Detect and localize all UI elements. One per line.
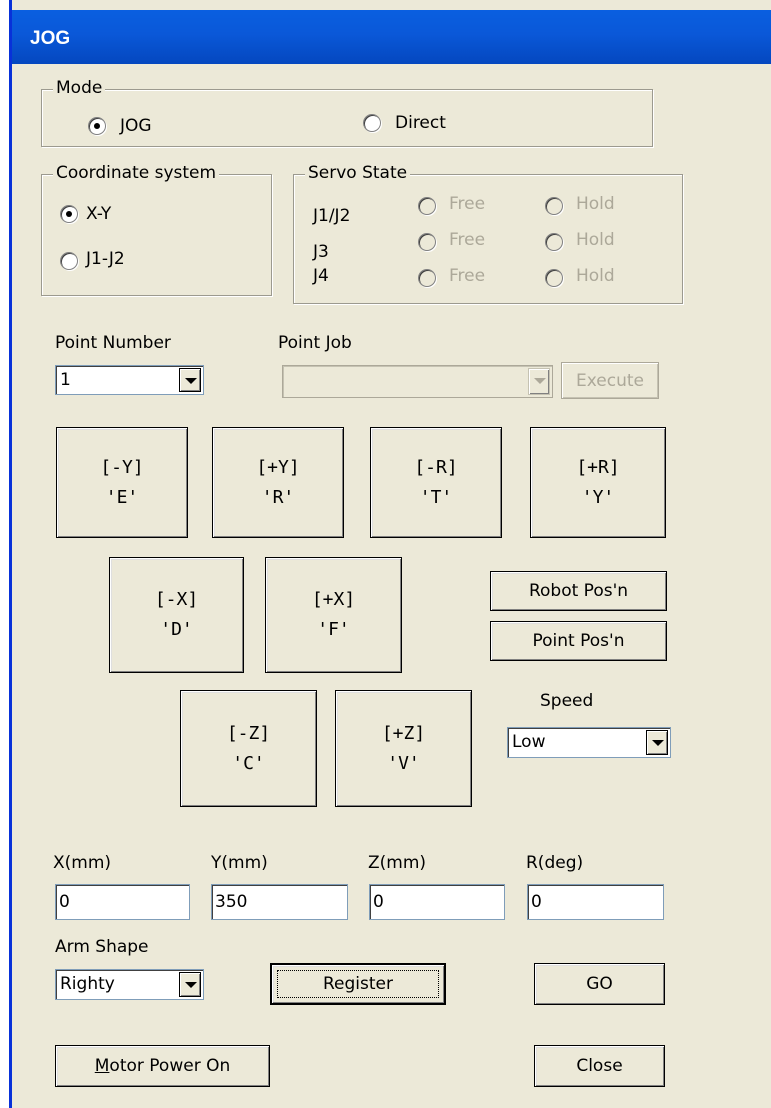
r-label: R(deg) — [526, 853, 584, 873]
mode-direct-radio[interactable] — [363, 114, 381, 132]
jog-minus-y-button[interactable]: [-Y] 'E' — [56, 427, 188, 538]
mode-direct-label[interactable]: Direct — [395, 112, 446, 134]
arm-shape-label: Arm Shape — [55, 937, 149, 957]
jog-key-label: 'R' — [261, 486, 295, 508]
speed-value: Low — [512, 732, 546, 752]
x-field[interactable]: 0 — [55, 884, 190, 920]
motor-power-on-button[interactable]: Motor Power On — [55, 1045, 270, 1087]
jog-axis-label: [+X] — [311, 589, 356, 610]
servo-joint-label: J4 — [313, 266, 329, 286]
speed-label: Speed — [540, 691, 594, 711]
point-number-label: Point Number — [55, 333, 171, 353]
mode-legend: Mode — [53, 78, 106, 98]
jog-minus-r-button[interactable]: [-R] 'T' — [370, 427, 502, 538]
jog-minus-x-button[interactable]: [-X] 'D' — [109, 557, 244, 673]
jog-axis-label: [-R] — [414, 456, 458, 478]
motor-power-rest: otor Power On — [109, 1056, 231, 1076]
jog-plus-x-button[interactable]: [+X] 'F' — [265, 557, 402, 673]
r-value: 0 — [531, 892, 542, 912]
servo-j1j2-free-radio[interactable] — [418, 197, 436, 215]
mode-jog-radio[interactable] — [88, 117, 106, 135]
jog-key-label: 'D' — [160, 619, 193, 640]
execute-button[interactable]: Execute — [561, 362, 659, 399]
jog-axis-label: [-Y] — [100, 456, 144, 478]
jog-axis-label: [-X] — [154, 589, 199, 610]
jog-axis-label: [-Z] — [226, 722, 271, 744]
x-value: 0 — [59, 892, 70, 912]
servo-free-label: Free — [449, 194, 486, 214]
coord-xy-radio[interactable] — [60, 205, 78, 223]
motor-power-label: Motor Power On — [95, 1056, 231, 1076]
coord-j1j2-radio[interactable] — [60, 252, 78, 270]
z-label: Z(mm) — [368, 853, 427, 873]
servo-j4-hold-radio[interactable] — [545, 269, 563, 287]
y-field[interactable]: 350 — [211, 884, 348, 920]
point-number-value: 1 — [60, 370, 71, 390]
jog-key-label: 'T' — [419, 486, 453, 508]
jog-plus-z-button[interactable]: [+Z] 'V' — [335, 690, 472, 807]
title-bar[interactable] — [12, 10, 771, 64]
r-field[interactable]: 0 — [527, 884, 664, 920]
arm-shape-select[interactable]: Righty — [55, 969, 204, 1000]
jog-key-label: 'E' — [105, 486, 139, 508]
mnemonic-letter: M — [94, 1056, 110, 1076]
y-value: 350 — [215, 892, 248, 912]
servo-hold-label: Hold — [576, 194, 615, 214]
servo-j3-hold-radio[interactable] — [545, 233, 563, 251]
arm-shape-value: Righty — [60, 974, 115, 994]
servo-free-label: Free — [449, 266, 486, 286]
point-job-label: Point Job — [278, 333, 352, 353]
coord-xy-label[interactable]: X-Y — [86, 203, 111, 225]
servo-j4-free-radio[interactable] — [418, 269, 436, 287]
jog-key-label: 'Y' — [581, 486, 615, 508]
servo-state-legend: Servo State — [305, 163, 411, 183]
jog-axis-label: [+Y] — [256, 456, 300, 478]
jog-plus-y-button[interactable]: [+Y] 'R' — [212, 427, 344, 538]
chevron-down-icon[interactable] — [528, 368, 550, 395]
jog-key-label: 'V' — [387, 752, 420, 774]
close-button[interactable]: Close — [534, 1045, 665, 1087]
jog-window: JOG Mode JOG Direct Coordinate system X-… — [9, 0, 771, 1108]
z-value: 0 — [373, 892, 384, 912]
register-button[interactable]: Register — [270, 963, 446, 1005]
servo-free-label: Free — [449, 230, 486, 250]
speed-select[interactable]: Low — [507, 727, 671, 758]
coordinate-system-legend: Coordinate system — [53, 163, 220, 183]
jog-minus-z-button[interactable]: [-Z] 'C' — [180, 690, 317, 807]
coord-j1j2-label[interactable]: J1-J2 — [86, 248, 125, 270]
servo-hold-label: Hold — [576, 230, 615, 250]
robot-posn-button[interactable]: Robot Pos'n — [490, 571, 667, 611]
point-number-select[interactable]: 1 — [55, 365, 204, 395]
register-label: Register — [323, 974, 393, 994]
jog-axis-label: [+Z] — [381, 722, 426, 744]
y-label: Y(mm) — [211, 853, 268, 873]
servo-j3-free-radio[interactable] — [418, 233, 436, 251]
x-label: X(mm) — [53, 853, 112, 873]
servo-joint-label: J3 — [313, 242, 329, 262]
servo-hold-label: Hold — [576, 266, 615, 286]
jog-key-label: 'C' — [232, 752, 265, 774]
window-title: JOG — [30, 28, 71, 49]
servo-joint-label: J1/J2 — [313, 206, 351, 226]
servo-state-group — [293, 174, 683, 304]
coordinate-system-group — [41, 174, 272, 296]
chevron-down-icon[interactable] — [179, 368, 201, 392]
point-posn-button[interactable]: Point Pos'n — [490, 621, 667, 661]
chevron-down-icon[interactable] — [179, 972, 201, 997]
jog-plus-r-button[interactable]: [+R] 'Y' — [530, 427, 666, 538]
servo-j1j2-hold-radio[interactable] — [545, 197, 563, 215]
mode-jog-label[interactable]: JOG — [120, 115, 152, 137]
point-job-select[interactable] — [282, 365, 553, 398]
jog-key-label: 'F' — [317, 619, 350, 640]
z-field[interactable]: 0 — [369, 884, 505, 920]
go-button[interactable]: GO — [534, 963, 665, 1005]
chevron-down-icon[interactable] — [646, 730, 668, 755]
jog-axis-label: [+R] — [576, 456, 620, 478]
